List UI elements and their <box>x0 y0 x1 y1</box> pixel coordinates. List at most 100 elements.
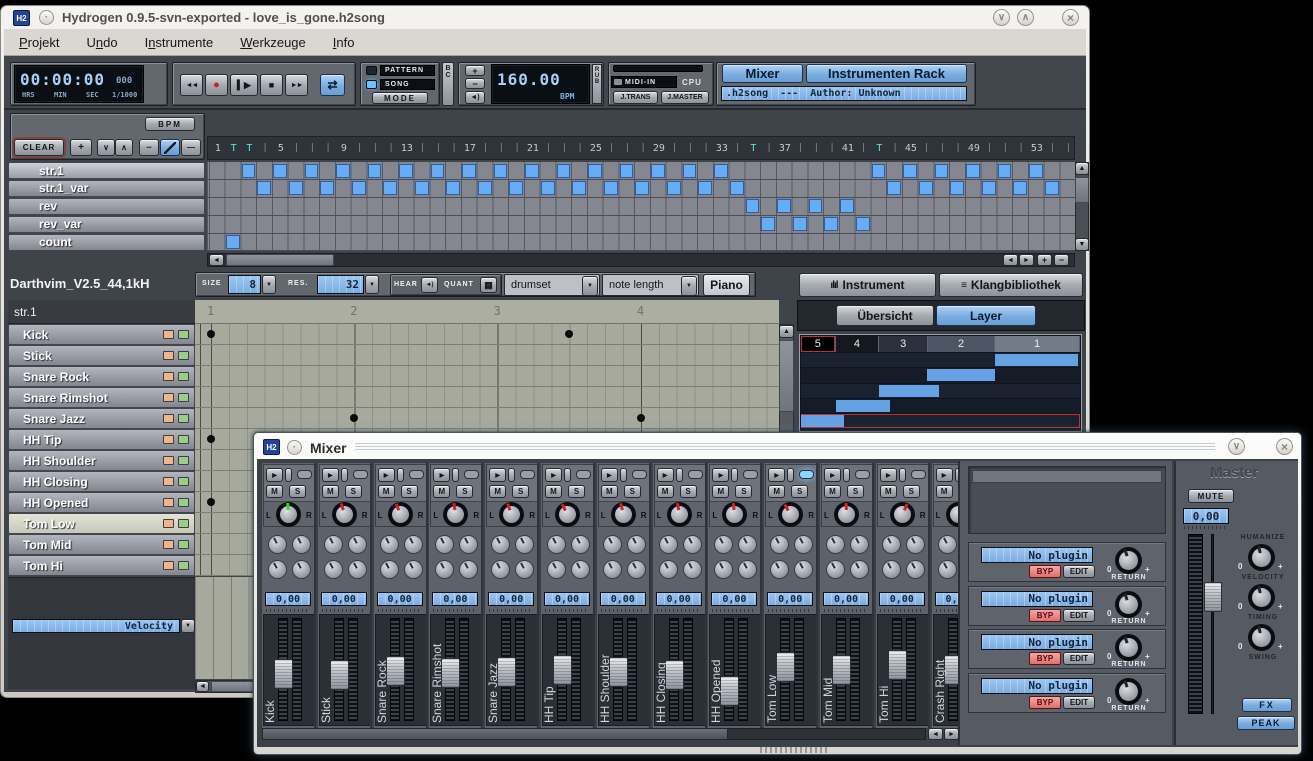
size-dropdown-button[interactable]: ▼ <box>262 275 276 294</box>
fx-send-knob[interactable] <box>770 535 789 554</box>
fx-send-knob[interactable] <box>292 535 311 554</box>
pan-knob[interactable] <box>276 502 301 527</box>
song-pattern-cell[interactable] <box>462 164 476 178</box>
layer-row[interactable] <box>801 368 1080 382</box>
strip-pause-button[interactable] <box>564 468 571 482</box>
song-pattern-cell[interactable] <box>257 181 271 195</box>
instrument-mute-button[interactable] <box>163 414 174 423</box>
song-pattern-cell[interactable] <box>273 164 287 178</box>
strip-mute-button[interactable]: M <box>936 485 953 498</box>
strip-solo-button[interactable]: S <box>735 485 752 498</box>
strip-play-button[interactable]: ▶ <box>768 468 785 482</box>
layer-row[interactable] <box>801 353 1080 367</box>
song-pattern-row-grid[interactable] <box>207 216 1075 234</box>
layer-bar[interactable] <box>836 400 890 412</box>
song-vscroll-thumb[interactable] <box>1075 177 1089 203</box>
pan-knob[interactable] <box>611 502 636 527</box>
beat-counter-column[interactable]: BC <box>442 62 454 106</box>
master-mute-button[interactable]: MUTE <box>1188 489 1234 503</box>
fx-send-knob[interactable] <box>571 535 590 554</box>
instrument-mute-button[interactable] <box>163 477 174 486</box>
song-pattern-cell[interactable] <box>525 164 539 178</box>
strip-solo-button[interactable]: S <box>289 485 306 498</box>
strip-play-button[interactable]: ▶ <box>545 468 562 482</box>
fx-send-knob[interactable] <box>491 560 510 579</box>
fx-send-knob[interactable] <box>659 535 678 554</box>
mixer-hscroll-thumb[interactable] <box>262 728 728 740</box>
pan-knob[interactable] <box>834 502 859 527</box>
instrument-solo-button[interactable] <box>178 351 189 360</box>
mixer-shade-button[interactable]: ∨ <box>1228 438 1245 455</box>
strip-play-button[interactable]: ▶ <box>378 468 395 482</box>
fx-send-knob[interactable] <box>380 560 399 579</box>
strip-play-button[interactable]: ▶ <box>489 468 506 482</box>
strip-mute-button[interactable]: M <box>489 485 506 498</box>
pan-knob[interactable] <box>667 502 692 527</box>
instrument-solo-button[interactable] <box>178 435 189 444</box>
song-pattern-cell[interactable] <box>777 199 791 213</box>
strip-mute-button[interactable]: M <box>433 485 450 498</box>
strip-pause-button[interactable] <box>787 468 794 482</box>
move-pattern-up-button[interactable]: ∧ <box>115 139 133 156</box>
fx-send-knob[interactable] <box>459 535 478 554</box>
layer-bar[interactable] <box>879 385 940 397</box>
single-pattern-mode-button[interactable]: — <box>181 139 201 156</box>
fx-send-knob[interactable] <box>603 560 622 579</box>
layer-header-cell[interactable]: 4 <box>836 336 880 352</box>
song-vscroll-down-button[interactable]: ▼ <box>1075 238 1089 251</box>
res-dropdown-button[interactable]: ▼ <box>365 275 379 294</box>
layer-bar[interactable] <box>995 354 1078 366</box>
timeline-bpm-button[interactable]: BPM <box>145 117 195 131</box>
fx-bypass-button[interactable]: BYP <box>1029 652 1061 665</box>
pattern-grid-row[interactable] <box>195 324 779 345</box>
strip-mute-button[interactable]: M <box>378 485 395 498</box>
fx-send-knob[interactable] <box>794 535 813 554</box>
song-pattern-row-grid[interactable] <box>207 180 1075 198</box>
fx-send-knob[interactable] <box>404 560 423 579</box>
strip-pause-button[interactable] <box>843 468 850 482</box>
instrument-mute-button[interactable] <box>163 519 174 528</box>
song-pattern-cell[interactable] <box>399 164 413 178</box>
shade-button[interactable]: ∨ <box>993 9 1010 26</box>
instrument-solo-button[interactable] <box>178 561 189 570</box>
pan-knob[interactable] <box>499 502 524 527</box>
mixer-toggle-button[interactable]: Mixer <box>722 64 803 83</box>
fx-edit-button[interactable]: EDIT <box>1063 652 1095 665</box>
select-mode-button[interactable]: ┄ <box>139 139 159 156</box>
fx-send-knob[interactable] <box>547 535 566 554</box>
fx-send-knob[interactable] <box>714 535 733 554</box>
song-pattern-row-label[interactable]: rev_var <box>8 216 205 233</box>
song-pattern-cell[interactable] <box>982 181 996 195</box>
pan-knob[interactable] <box>778 502 803 527</box>
fx-send-knob[interactable] <box>435 560 454 579</box>
instrument-rack-toggle-button[interactable]: Instrumenten Rack <box>806 64 967 83</box>
fx-send-knob[interactable] <box>683 560 702 579</box>
move-pattern-down-button[interactable]: ∨ <box>97 139 115 156</box>
fx-edit-button[interactable]: EDIT <box>1063 565 1095 578</box>
hear-speaker-button[interactable]: ◄) <box>421 277 438 293</box>
song-pattern-cell[interactable] <box>651 164 665 178</box>
master-fx-button[interactable]: FX <box>1242 698 1292 712</box>
fx-send-knob[interactable] <box>882 560 901 579</box>
mixer-close-button[interactable]: × <box>1276 438 1293 455</box>
fx-send-knob[interactable] <box>738 560 757 579</box>
strip-solo-button[interactable]: S <box>401 485 418 498</box>
strip-mute-button[interactable]: M <box>768 485 785 498</box>
strip-solo-button[interactable]: S <box>624 485 641 498</box>
instrument-mute-button[interactable] <box>163 456 174 465</box>
fx-send-knob[interactable] <box>435 535 454 554</box>
strip-solo-button[interactable]: S <box>345 485 362 498</box>
song-pattern-cell[interactable] <box>352 181 366 195</box>
pattern-grid-row[interactable] <box>195 345 779 366</box>
strip-fader-handle[interactable] <box>720 676 739 706</box>
fx-send-knob[interactable] <box>826 560 845 579</box>
instrument-mute-button[interactable] <box>163 351 174 360</box>
fx-send-knob[interactable] <box>515 560 534 579</box>
pan-knob[interactable] <box>722 502 747 527</box>
pan-knob[interactable] <box>388 502 413 527</box>
fx-plugin-lcd[interactable]: No plugin <box>981 634 1093 650</box>
strip-mute-button[interactable]: M <box>880 485 897 498</box>
strip-pause-button[interactable] <box>676 468 683 482</box>
jack-master-button[interactable]: J.MASTER <box>661 91 709 104</box>
strip-fader-handle[interactable] <box>497 657 516 687</box>
